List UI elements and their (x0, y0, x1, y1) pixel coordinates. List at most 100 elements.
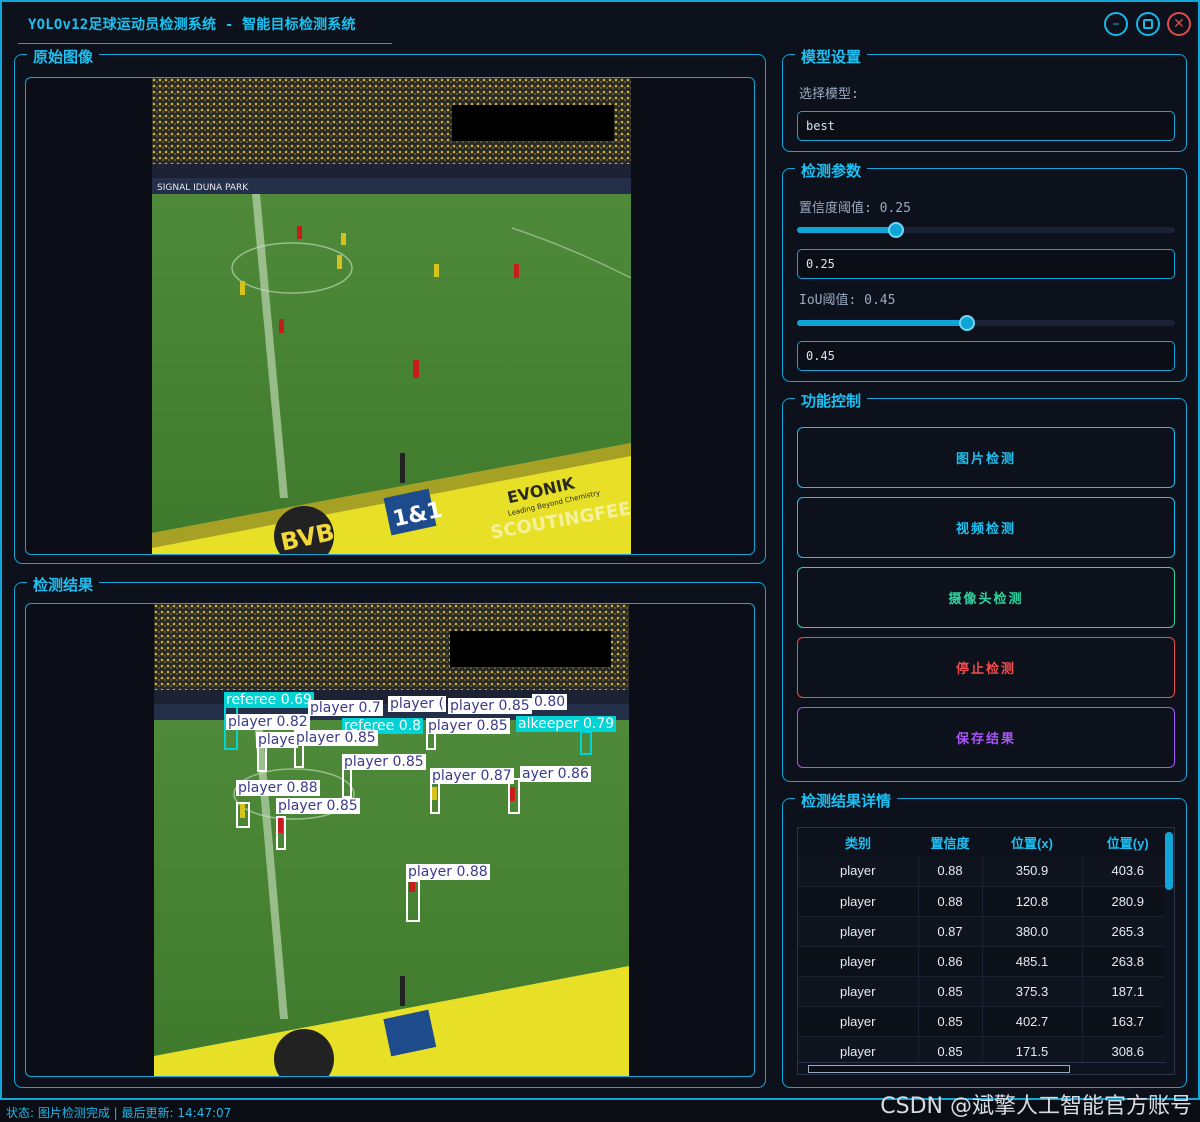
maximize-icon (1143, 19, 1153, 29)
detection-box (406, 880, 420, 922)
cell-y: 263.8 (1082, 946, 1174, 977)
detection-params-panel: 检测参数 置信度阈值: 0.25 0.25 IoU阈值: 0.45 0.45 (782, 160, 1187, 382)
cell-confidence: 0.88 (918, 856, 983, 887)
table-row[interactable]: player 0.88 120.8 280.9 (798, 886, 1174, 917)
cell-confidence: 0.87 (918, 916, 983, 947)
vertical-scrollbar-thumb[interactable] (1165, 832, 1173, 890)
column-header-class[interactable]: 类别 (798, 828, 918, 856)
iou-slider[interactable] (797, 315, 1175, 331)
cell-y: 163.7 (1082, 1006, 1174, 1037)
minimize-icon: – (1112, 16, 1120, 32)
detection-result-panel: 检测结果 referee 0.69 player 0.7 player (pl… (14, 574, 766, 1088)
detection-label: player 0.85 (426, 718, 510, 734)
detection-details-table-container: 类别 置信度 位置(x) 位置(y) player 0.88 350.9 403… (797, 827, 1175, 1075)
cell-class: player (798, 916, 919, 947)
detection-label: player 0.85 (294, 730, 378, 746)
cell-x: 375.3 (982, 976, 1083, 1007)
detection-label: player 0.88 (406, 864, 490, 880)
stop-detect-button[interactable]: 停止检测 (797, 637, 1175, 698)
save-result-button[interactable]: 保存结果 (797, 707, 1175, 768)
cell-confidence: 0.85 (918, 1006, 983, 1037)
detection-box (580, 731, 592, 755)
signal-iduna-park-text: SIGNAL IDUNA PARK (157, 183, 249, 193)
cell-y: 265.3 (1082, 916, 1174, 947)
table-row[interactable]: player 0.85 402.7 163.7 (798, 1006, 1174, 1037)
iou-slider-thumb[interactable] (959, 315, 975, 331)
cell-x: 120.8 (982, 886, 1083, 917)
soccer-field-photo-annotated (154, 604, 629, 1076)
detection-label: player 0.85 (342, 754, 426, 770)
maximize-button[interactable] (1136, 12, 1160, 36)
conf-slider-fill (797, 227, 896, 233)
window-title: YOLOv12足球运动员检测系统 - 智能目标检测系统 (28, 17, 356, 33)
cell-confidence: 0.86 (918, 946, 983, 977)
cell-y: 187.1 (1082, 976, 1174, 1007)
column-header-confidence[interactable]: 置信度 (918, 828, 982, 856)
iou-slider-fill (797, 320, 967, 326)
original-image-frame: SIGNAL IDUNA PARK 1&1 BVB EVONIK Leading… (25, 77, 755, 555)
detection-label: player 0.7 (308, 700, 383, 716)
function-control-title: 功能控制 (795, 390, 868, 411)
cell-y: 403.6 (1082, 856, 1174, 887)
image-detect-button[interactable]: 图片检测 (797, 427, 1175, 488)
horizontal-scrollbar-thumb[interactable] (808, 1065, 1070, 1073)
function-control-panel: 功能控制 图片检测 视频检测 摄像头检测 停止检测 保存结果 (782, 390, 1187, 782)
detection-box (236, 802, 250, 828)
model-settings-panel: 模型设置 选择模型: best (782, 46, 1187, 152)
cell-y: 280.9 (1082, 886, 1174, 917)
cell-class: player (798, 856, 919, 887)
model-select[interactable]: best (797, 111, 1175, 141)
column-header-y[interactable]: 位置(y) (1082, 828, 1174, 856)
detection-details-table: 类别 置信度 位置(x) 位置(y) player 0.88 350.9 403… (798, 828, 1174, 1067)
table-row[interactable]: player 0.88 350.9 403.6 (798, 856, 1174, 887)
app-window: YOLOv12足球运动员检测系统 - 智能目标检测系统 – ✕ 原始图像 SIG… (0, 0, 1200, 1100)
cell-x: 485.1 (982, 946, 1083, 977)
conf-slider[interactable] (797, 222, 1175, 238)
conf-input[interactable]: 0.25 (797, 249, 1175, 279)
iou-input[interactable]: 0.45 (797, 341, 1175, 371)
detection-label: player 0.87 (430, 768, 514, 784)
original-image: SIGNAL IDUNA PARK 1&1 BVB EVONIK Leading… (152, 78, 631, 554)
original-image-panel: 原始图像 SIGNAL IDUNA PARK 1&1 BVB EVONIK Le… (14, 46, 766, 564)
soccer-field-photo: SIGNAL IDUNA PARK 1&1 BVB EVONIK Leading… (152, 78, 631, 554)
table-row[interactable]: player 0.86 485.1 263.8 (798, 946, 1174, 977)
detection-label: player 0.88 (236, 780, 320, 796)
detection-result-frame: referee 0.69 player 0.7 player ( player … (25, 603, 755, 1077)
cell-confidence: 0.88 (918, 886, 983, 917)
conf-threshold-label: 置信度阈值: 0.25 (799, 201, 911, 216)
csdn-watermark: CSDN @斌擎人工智能官方账号 (880, 1094, 1192, 1119)
horizontal-scrollbar[interactable] (798, 1062, 1166, 1074)
detection-label: alkeeper 0.79 (516, 716, 617, 732)
cell-class: player (798, 946, 919, 977)
cell-class: player (798, 886, 919, 917)
cell-class: player (798, 976, 919, 1007)
cell-x: 350.9 (982, 856, 1083, 887)
table-header-row: 类别 置信度 位置(x) 位置(y) (798, 828, 1174, 856)
video-detect-button[interactable]: 视频检测 (797, 497, 1175, 558)
cell-confidence: 0.85 (918, 976, 983, 1007)
original-image-title: 原始图像 (27, 46, 100, 67)
status-text: 状态: 图片检测完成 | 最后更新: 14:47:07 (6, 1106, 232, 1120)
detection-box (276, 816, 286, 850)
cell-x: 380.0 (982, 916, 1083, 947)
camera-detect-button[interactable]: 摄像头检测 (797, 567, 1175, 628)
conf-slider-thumb[interactable] (888, 222, 904, 238)
detection-label: player 0.82 (226, 714, 310, 730)
column-header-x[interactable]: 位置(x) (982, 828, 1082, 856)
minimize-button[interactable]: – (1104, 12, 1128, 36)
table-row[interactable]: player 0.85 375.3 187.1 (798, 976, 1174, 1007)
detection-label: player 0.85 (448, 698, 532, 714)
cell-x: 402.7 (982, 1006, 1083, 1037)
detection-params-title: 检测参数 (795, 160, 868, 181)
detection-result-image: referee 0.69 player 0.7 player ( player … (154, 604, 629, 1076)
detection-label: player ( (388, 696, 446, 712)
close-button[interactable]: ✕ (1167, 12, 1191, 36)
detection-label: ayer 0.86 (520, 766, 591, 782)
cell-class: player (798, 1006, 919, 1037)
vertical-scrollbar[interactable] (1164, 828, 1174, 1074)
title-bar[interactable]: YOLOv12足球运动员检测系统 - 智能目标检测系统 – ✕ (2, 2, 1198, 44)
detection-label: player 0.85 (276, 798, 360, 814)
table-row[interactable]: player 0.87 380.0 265.3 (798, 916, 1174, 947)
detection-label: referee 0.69 (224, 692, 314, 708)
detection-label: playe (256, 732, 299, 748)
